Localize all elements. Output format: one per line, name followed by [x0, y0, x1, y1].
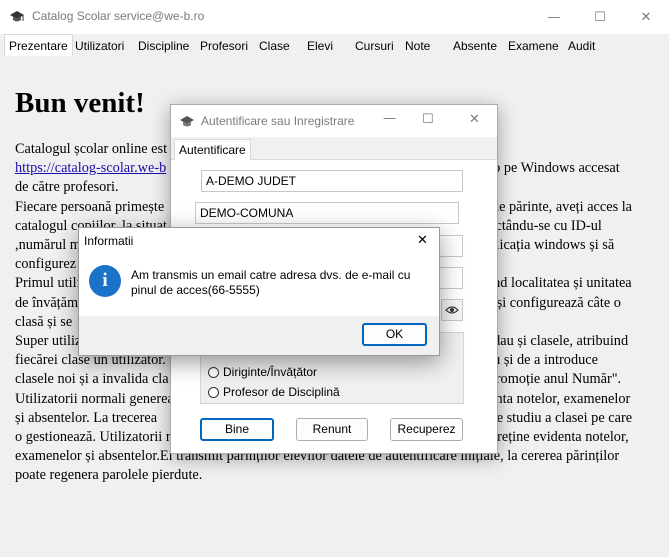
recuperez-button[interactable]: Recuperez — [390, 418, 463, 441]
minimize-button[interactable]: — — [531, 0, 577, 34]
text-fragment: o gestionează. Utilizatorii r — [15, 429, 171, 446]
text-fragment: clasele noi și a invalida cla — [15, 371, 169, 388]
tab-examene[interactable]: Examene — [504, 37, 563, 55]
catalog-link[interactable]: https://catalog-scolar.we-b — [15, 160, 166, 176]
text-fragment: ,numărul m — [15, 237, 81, 254]
radio-profesor[interactable]: Profesor de Disciplină — [208, 385, 340, 399]
comuna-field[interactable]: DEMO-COMUNA — [195, 202, 459, 224]
close-icon: ✕ — [640, 9, 652, 25]
text-fragment: Primul utili — [15, 275, 81, 292]
graduation-cap-icon — [10, 11, 24, 22]
tab-utilizatori[interactable]: Utilizatori — [71, 37, 128, 55]
info-dialog-title: Informatii — [84, 234, 134, 248]
info-dialog-titlebar: Informatii ✕ — [79, 228, 439, 254]
text-fragment: "Promoție anul Număr". — [482, 371, 622, 388]
text-fragment: rând localitatea și unitatea — [482, 275, 632, 292]
info-message: Am transmis un email catre adresa dvs. d… — [131, 268, 431, 298]
tab-cursuri[interactable]: Cursuri — [351, 37, 398, 55]
maximize-icon[interactable]: ☐ — [422, 112, 434, 127]
text-fragment: Super utiliz — [15, 333, 82, 350]
window-titlebar: Catalog Scolar service@we-b.ro — ☐ ✕ — [0, 0, 669, 34]
info-message-line: Am transmis un email catre adresa dvs. d… — [131, 268, 411, 282]
ok-button[interactable]: OK — [362, 323, 427, 346]
info-dialog-body: i Am transmis un email catre adresa dvs.… — [79, 254, 439, 316]
radio-label: Profesor de Disciplină — [223, 385, 340, 399]
text-fragment: denta notelor, examenelor — [482, 390, 631, 407]
renunt-button[interactable]: Renunt — [296, 418, 368, 441]
close-icon[interactable]: ✕ — [417, 233, 428, 248]
auth-dialog-title: Autentificare sau Inregistrare — [201, 114, 355, 128]
tab-note[interactable]: Note — [401, 37, 434, 55]
text-fragment: poate regenera parolele pierdute. — [15, 467, 203, 484]
text-fragment: aplicația windows și să — [482, 237, 615, 254]
tab-autentificare[interactable]: Autentificare — [174, 139, 251, 161]
text-fragment: întreține evidenta notelor, — [482, 429, 629, 446]
text-fragment: și absentelor. La trecerea — [15, 409, 158, 426]
text-fragment: nectându-se cu ID-ul — [482, 217, 602, 234]
auth-tab-strip: Autentificare — [171, 137, 497, 161]
tab-absente[interactable]: Absente — [449, 37, 501, 55]
text-fragment: diu și de a introduce — [482, 352, 598, 369]
auth-dialog-titlebar: Autentificare sau Inregistrare — ☐ ✕ — [171, 105, 497, 137]
text-fragment: de învățăm — [15, 294, 79, 311]
eye-icon — [445, 306, 459, 314]
radio-circle — [208, 366, 219, 378]
show-password-button[interactable] — [441, 299, 463, 321]
main-tab-strip: Prezentare Utilizatori Discipline Profes… — [0, 34, 669, 57]
minimize-icon: — — [547, 9, 561, 25]
text-fragment: Catalogul școlar online est — [15, 141, 168, 157]
text-fragment: in și configurează câte o — [482, 294, 621, 311]
tab-prezentare[interactable]: Prezentare — [4, 34, 73, 57]
judet-field[interactable]: A-DEMO JUDET — [201, 170, 463, 192]
tab-elevi[interactable]: Elevi — [303, 37, 337, 55]
maximize-icon: ☐ — [594, 9, 606, 25]
text-fragment: l de studiu a clasei pe care — [482, 409, 633, 426]
info-icon: i — [89, 265, 121, 297]
tab-audit[interactable]: Audit — [564, 37, 599, 55]
tab-discipline[interactable]: Discipline — [134, 37, 193, 55]
window-title: Catalog Scolar service@we-b.ro — [32, 9, 205, 23]
text-fragment: e de părinte, aveți acces la — [482, 198, 633, 215]
minimize-icon[interactable]: — — [383, 111, 396, 126]
maximize-button[interactable]: ☐ — [577, 0, 623, 34]
info-message-line: pinul de acces(66-5555) — [131, 283, 260, 297]
text-fragment: redau și clasele, atribuind — [482, 333, 629, 350]
close-icon[interactable]: ✕ — [469, 112, 480, 127]
radio-diriginte[interactable]: Diriginte/Învățător — [208, 365, 317, 379]
text-fragment: top pe Windows accesat — [482, 160, 620, 177]
tab-profesori[interactable]: Profesori — [196, 37, 252, 55]
radio-circle — [208, 386, 219, 398]
text-fragment: Utilizatorii normali generea — [15, 390, 174, 407]
info-dialog: Informatii ✕ i Am transmis un email catr… — [78, 227, 440, 356]
tab-clase[interactable]: Clase — [255, 37, 294, 55]
graduation-cap-icon — [180, 116, 194, 127]
radio-label: Diriginte/Învățător — [223, 365, 318, 379]
close-button[interactable]: ✕ — [623, 0, 669, 34]
bine-button[interactable]: Bine — [200, 418, 274, 441]
text-fragment: Fiecare persoană primește — [15, 198, 165, 215]
